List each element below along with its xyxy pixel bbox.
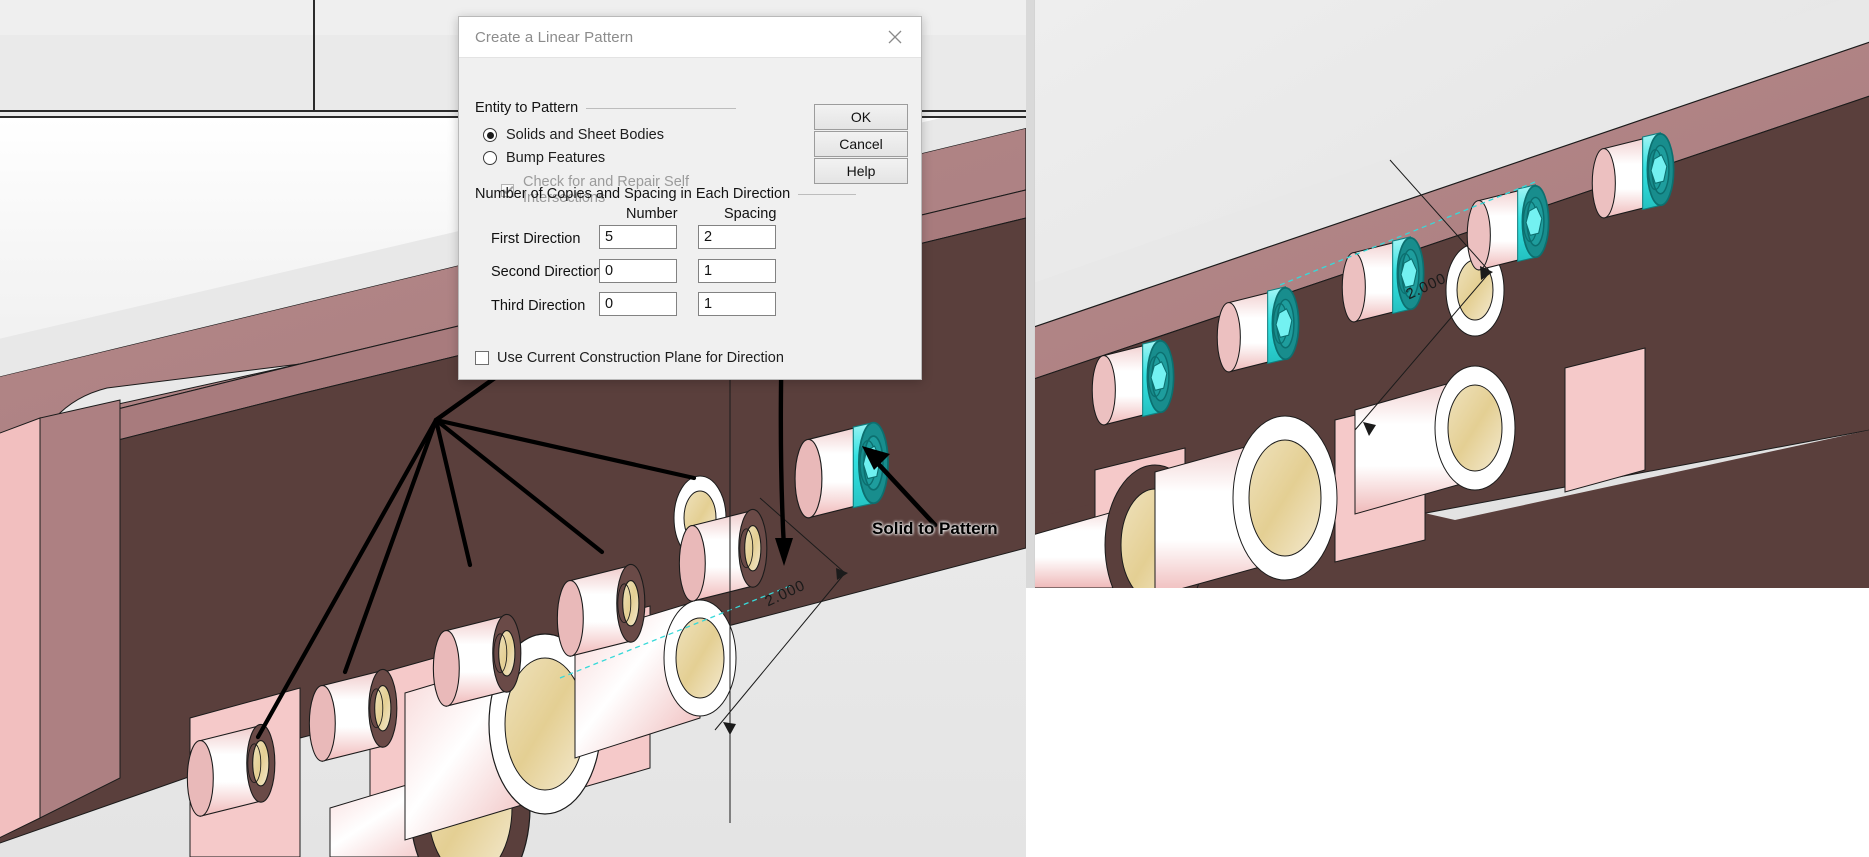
checkbox-unchecked-icon[interactable] xyxy=(475,351,489,365)
copies-spacing-group: Number of Copies and Spacing in Each Dir… xyxy=(475,186,905,202)
second-direction-spacing-input[interactable] xyxy=(698,259,776,283)
radio-bump-features[interactable]: Bump Features xyxy=(483,150,765,166)
row-label-first-direction: First Direction xyxy=(491,231,581,247)
first-direction-number-input[interactable] xyxy=(599,225,677,249)
entity-group-label-text: Entity to Pattern xyxy=(475,100,579,116)
copies-group-label-text: Number of Copies and Spacing in Each Dir… xyxy=(475,186,791,202)
column-header-spacing: Spacing xyxy=(724,206,777,222)
cancel-button[interactable]: Cancel xyxy=(814,131,908,157)
ok-button[interactable]: OK xyxy=(814,104,908,130)
third-direction-spacing-input[interactable] xyxy=(698,292,776,316)
viewport-gutter xyxy=(1026,0,1034,588)
second-direction-number-input[interactable] xyxy=(599,259,677,283)
group-rule xyxy=(586,107,737,109)
empty-bottom-area xyxy=(1026,588,1869,857)
dialog-title: Create a Linear Pattern xyxy=(475,28,634,46)
construction-plane-label: Use Current Construction Plane for Direc… xyxy=(497,350,784,366)
radio-bump-label: Bump Features xyxy=(506,150,606,166)
preview-3d-model xyxy=(1035,0,1869,588)
solid-to-pattern-annotation: Solid to Pattern xyxy=(872,519,998,538)
copies-group-label: Number of Copies and Spacing in Each Dir… xyxy=(475,186,905,202)
app-root: 2.000 2.000 Solid to Pattern Create a Li… xyxy=(0,0,1869,857)
radio-selected-icon[interactable] xyxy=(483,128,497,142)
radio-solids-label: Solids and Sheet Bodies xyxy=(506,127,664,143)
help-button[interactable]: Help xyxy=(814,158,908,184)
row-label-second-direction: Second Direction xyxy=(491,264,602,280)
viewport-toolbar-separator xyxy=(313,0,315,112)
radio-solids-and-sheet-bodies[interactable]: Solids and Sheet Bodies xyxy=(483,127,765,143)
preview-viewport[interactable]: 2.000 xyxy=(1034,0,1869,588)
checkbox-use-current-construction-plane[interactable]: Use Current Construction Plane for Direc… xyxy=(475,350,784,366)
create-linear-pattern-dialog[interactable]: Create a Linear Pattern Entity to Patter… xyxy=(458,16,922,380)
row-label-third-direction: Third Direction xyxy=(491,298,586,314)
close-icon[interactable] xyxy=(875,22,915,52)
radio-unselected-icon[interactable] xyxy=(483,151,497,165)
first-direction-spacing-input[interactable] xyxy=(698,225,776,249)
dialog-body: Entity to Pattern Solids and Sheet Bodie… xyxy=(459,58,921,390)
entity-group-label: Entity to Pattern xyxy=(475,100,765,116)
dialog-titlebar[interactable]: Create a Linear Pattern xyxy=(459,17,921,58)
group-rule xyxy=(798,193,857,195)
third-direction-number-input[interactable] xyxy=(599,292,677,316)
column-header-number: Number xyxy=(626,206,678,222)
